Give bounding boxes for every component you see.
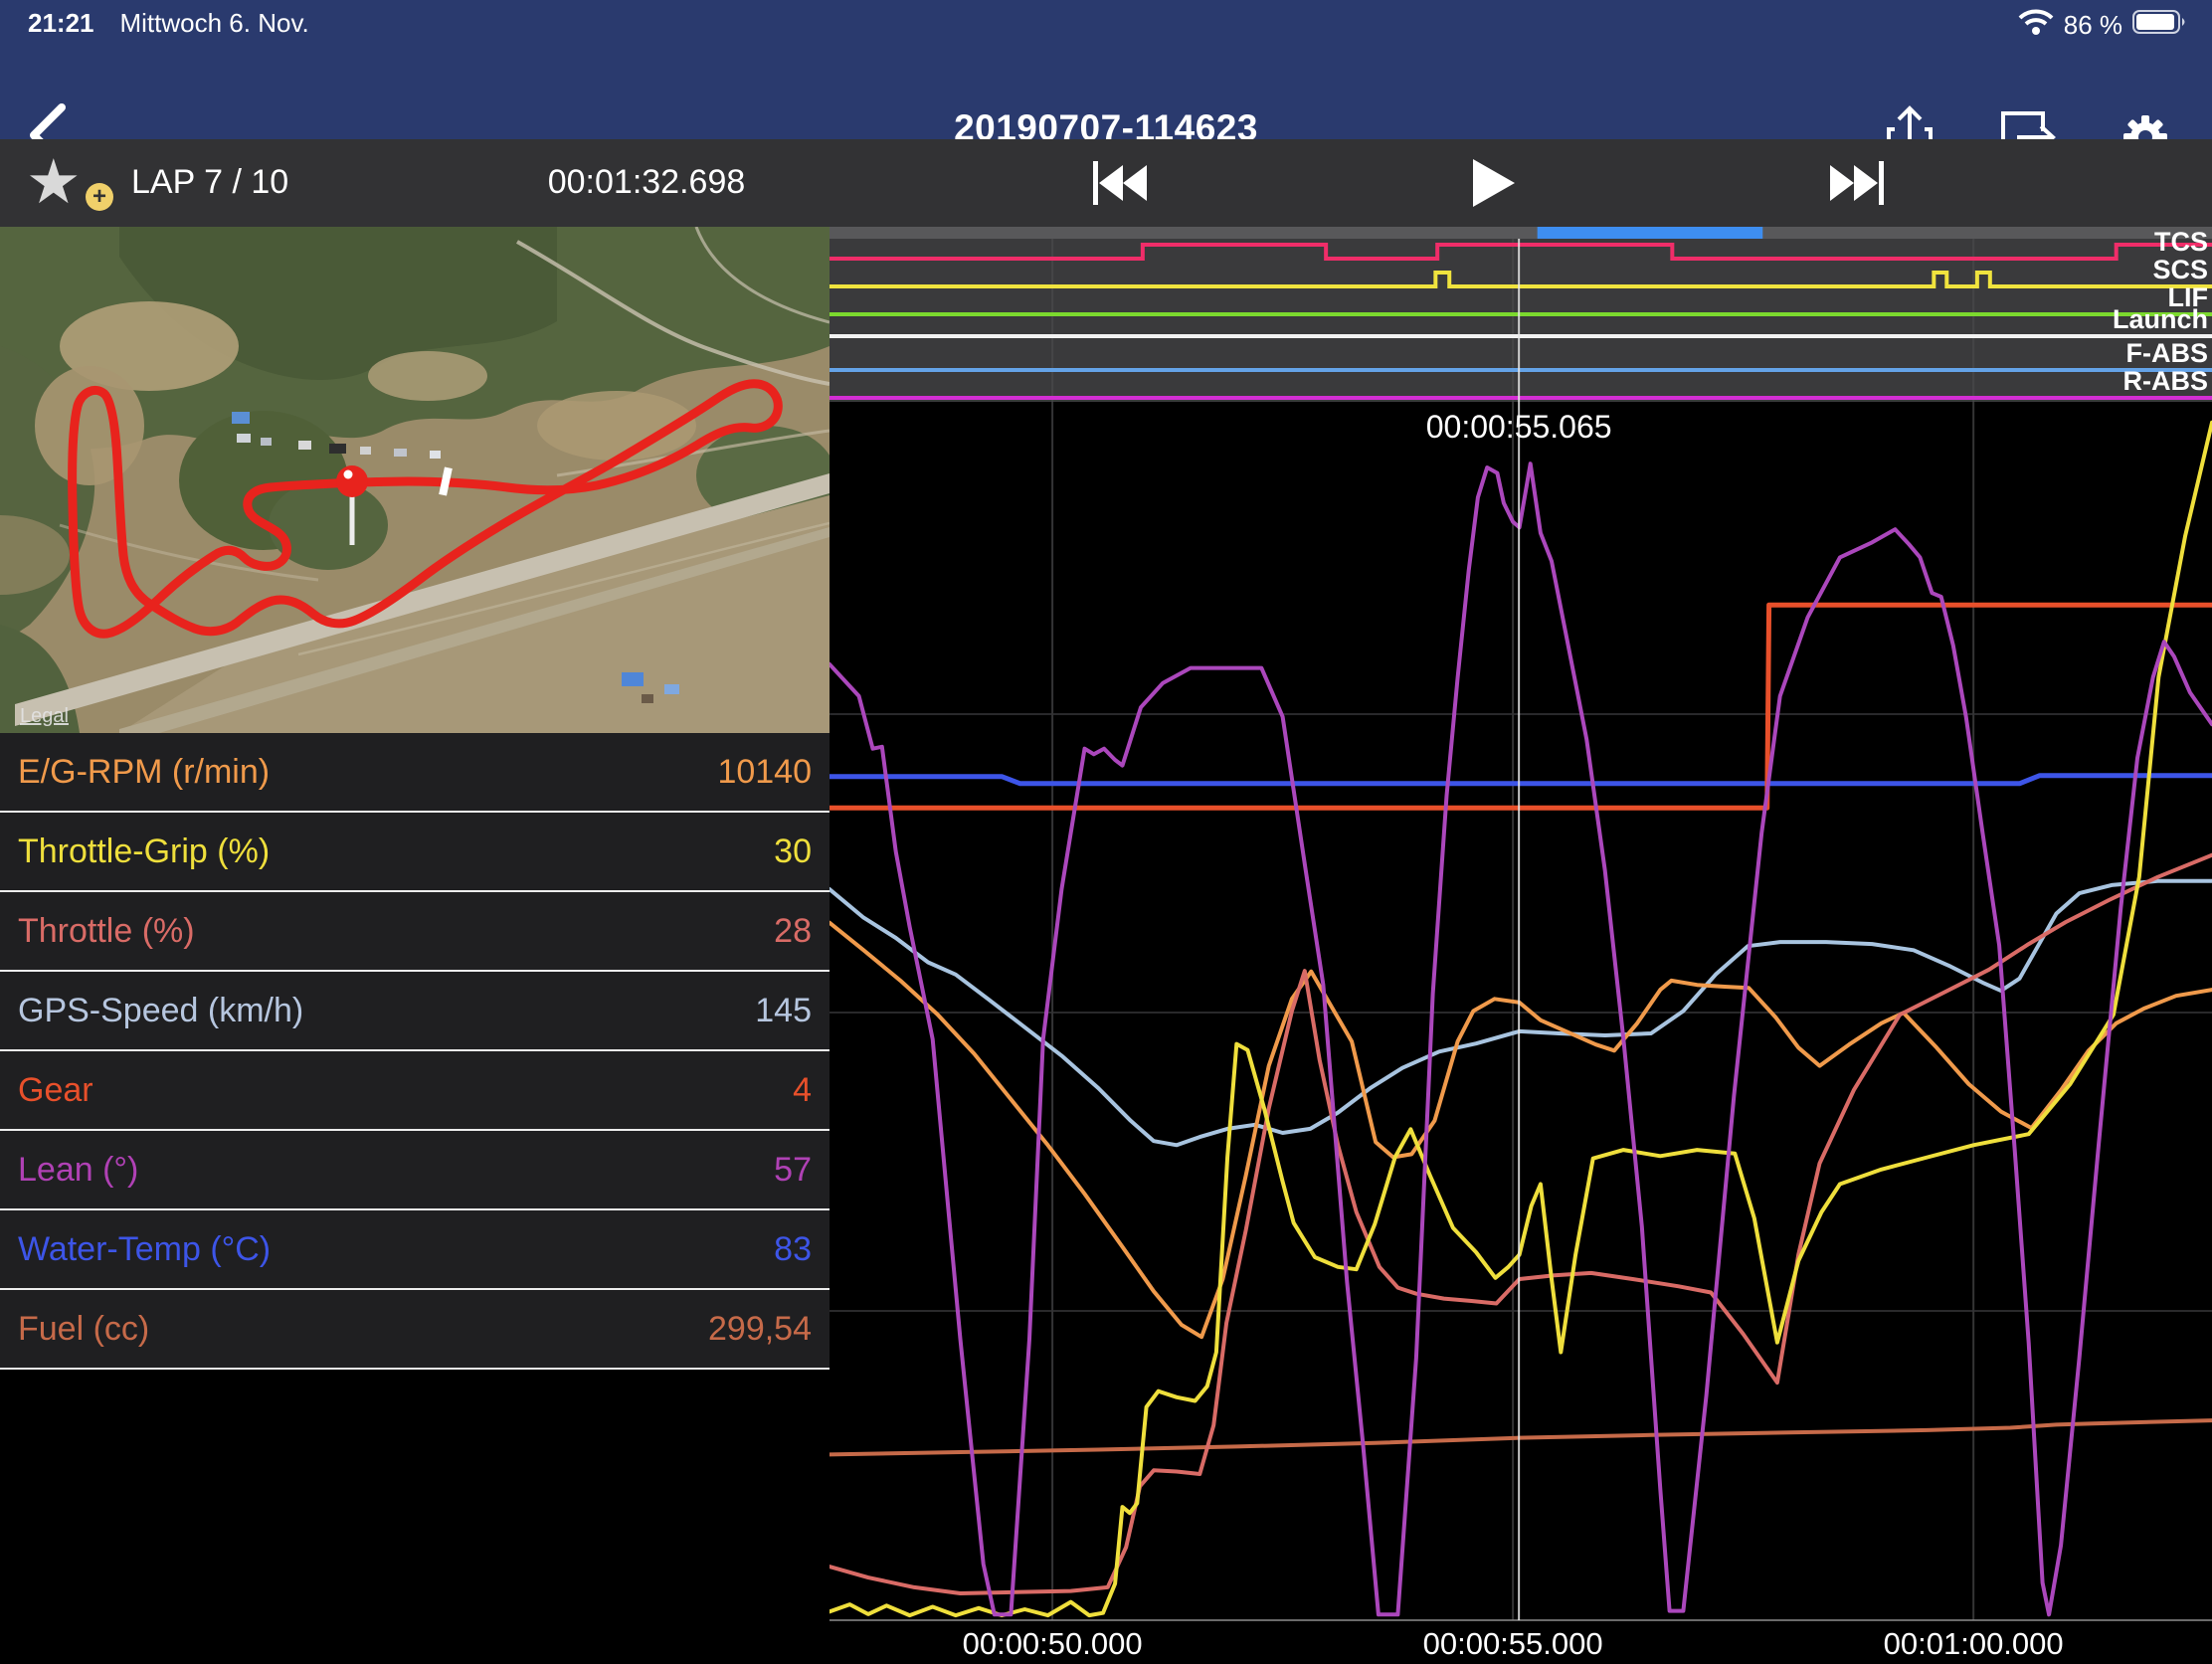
x-tick-label: 00:00:50.000	[963, 1626, 1143, 1659]
digital-label-launch: Launch	[2113, 304, 2208, 334]
fast-forward-button[interactable]	[1804, 147, 1914, 219]
status-time: 21:21	[28, 8, 94, 38]
position-marker	[336, 465, 368, 497]
series-fuel-cc-	[830, 1420, 2212, 1454]
telemetry-value: 145	[755, 992, 812, 1030]
track-map[interactable]: Legal	[0, 227, 830, 733]
map-legal-link[interactable]: Legal	[20, 705, 69, 727]
status-bar: 21:21 Mittwoch 6. Nov. 86 %	[0, 0, 2212, 44]
series-lean-	[830, 463, 2212, 1614]
lap-indicator: LAP 7 / 10	[131, 163, 288, 202]
telemetry-value: 28	[774, 912, 812, 951]
skip-end-icon	[1804, 147, 1914, 219]
series-water-temp-c-	[830, 776, 2212, 784]
x-tick-label: 00:00:55.000	[1423, 1626, 1603, 1659]
telemetry-label: Fuel (cc)	[18, 1310, 149, 1349]
battery-icon	[2132, 8, 2188, 43]
telemetry-label: GPS-Speed (km/h)	[18, 992, 303, 1030]
play-icon	[1433, 147, 1543, 219]
digital-label-r-abs: R-ABS	[2123, 366, 2209, 396]
telemetry-value: 299,54	[708, 1310, 812, 1349]
telemetry-row[interactable]: Fuel (cc) 299,54	[0, 1290, 830, 1370]
telemetry-label: Throttle (%)	[18, 912, 195, 951]
status-date: Mittwoch 6. Nov.	[120, 8, 309, 38]
telemetry-row[interactable]: Lean (°) 57	[0, 1131, 830, 1210]
playback-bar: ★ + LAP 7 / 10 00:01:32.698	[0, 139, 2212, 227]
telemetry-table: E/G-RPM (r/min)10140Throttle-Grip (%)30T…	[0, 733, 830, 1370]
scrubber-track[interactable]	[830, 227, 2212, 239]
telemetry-value: 4	[793, 1071, 812, 1110]
scrubber-position[interactable]	[1538, 227, 1763, 239]
telemetry-row[interactable]: E/G-RPM (r/min) 10140	[0, 733, 830, 813]
skip-start-icon	[1063, 147, 1173, 219]
digital-label-f-abs: F-ABS	[2126, 338, 2209, 368]
telemetry-row[interactable]: Water-Temp (°C) 83	[0, 1210, 830, 1290]
series-throttle-	[830, 855, 2212, 1593]
telemetry-label: Lean (°)	[18, 1151, 138, 1190]
digital-channel-band	[830, 239, 2212, 402]
telemetry-label: Gear	[18, 1071, 93, 1110]
x-tick-label: 00:01:00.000	[1884, 1626, 2064, 1659]
telemetry-row[interactable]: GPS-Speed (km/h) 145	[0, 972, 830, 1051]
elapsed-time: 00:01:32.698	[497, 163, 796, 202]
telemetry-row[interactable]: Throttle-Grip (%) 30	[0, 813, 830, 892]
digital-label-tcs: TCS	[2154, 227, 2208, 257]
telemetry-row[interactable]: Throttle (%) 28	[0, 892, 830, 972]
telemetry-label: Water-Temp (°C)	[18, 1230, 271, 1269]
play-button[interactable]	[1433, 147, 1543, 219]
telemetry-value: 83	[774, 1230, 812, 1269]
add-lap-marker-badge[interactable]: +	[86, 183, 113, 211]
telemetry-label: E/G-RPM (r/min)	[18, 753, 270, 792]
telemetry-value: 57	[774, 1151, 812, 1190]
telemetry-value: 30	[774, 832, 812, 871]
telemetry-chart[interactable]: TCSSCSLIFLaunchF-ABSR-ABS00:00:50.00000:…	[830, 227, 2212, 1659]
cursor-time-label: 00:00:55.065	[1426, 409, 1612, 445]
status-time-date: 21:21 Mittwoch 6. Nov.	[28, 8, 309, 39]
favorite-star-icon[interactable]: ★	[26, 145, 82, 221]
battery-percent: 86 %	[2064, 10, 2122, 41]
digital-label-scs: SCS	[2152, 255, 2208, 284]
telemetry-row[interactable]: Gear 4	[0, 1051, 830, 1131]
nav-bar: 20190707-114623	[0, 44, 2212, 139]
rewind-button[interactable]	[1063, 147, 1173, 219]
series-e-g-rpm-r-min-	[830, 923, 2212, 1337]
series-gear	[830, 605, 2212, 808]
telemetry-label: Throttle-Grip (%)	[18, 832, 270, 871]
telemetry-value: 10140	[717, 753, 812, 792]
wifi-icon	[2018, 8, 2054, 43]
